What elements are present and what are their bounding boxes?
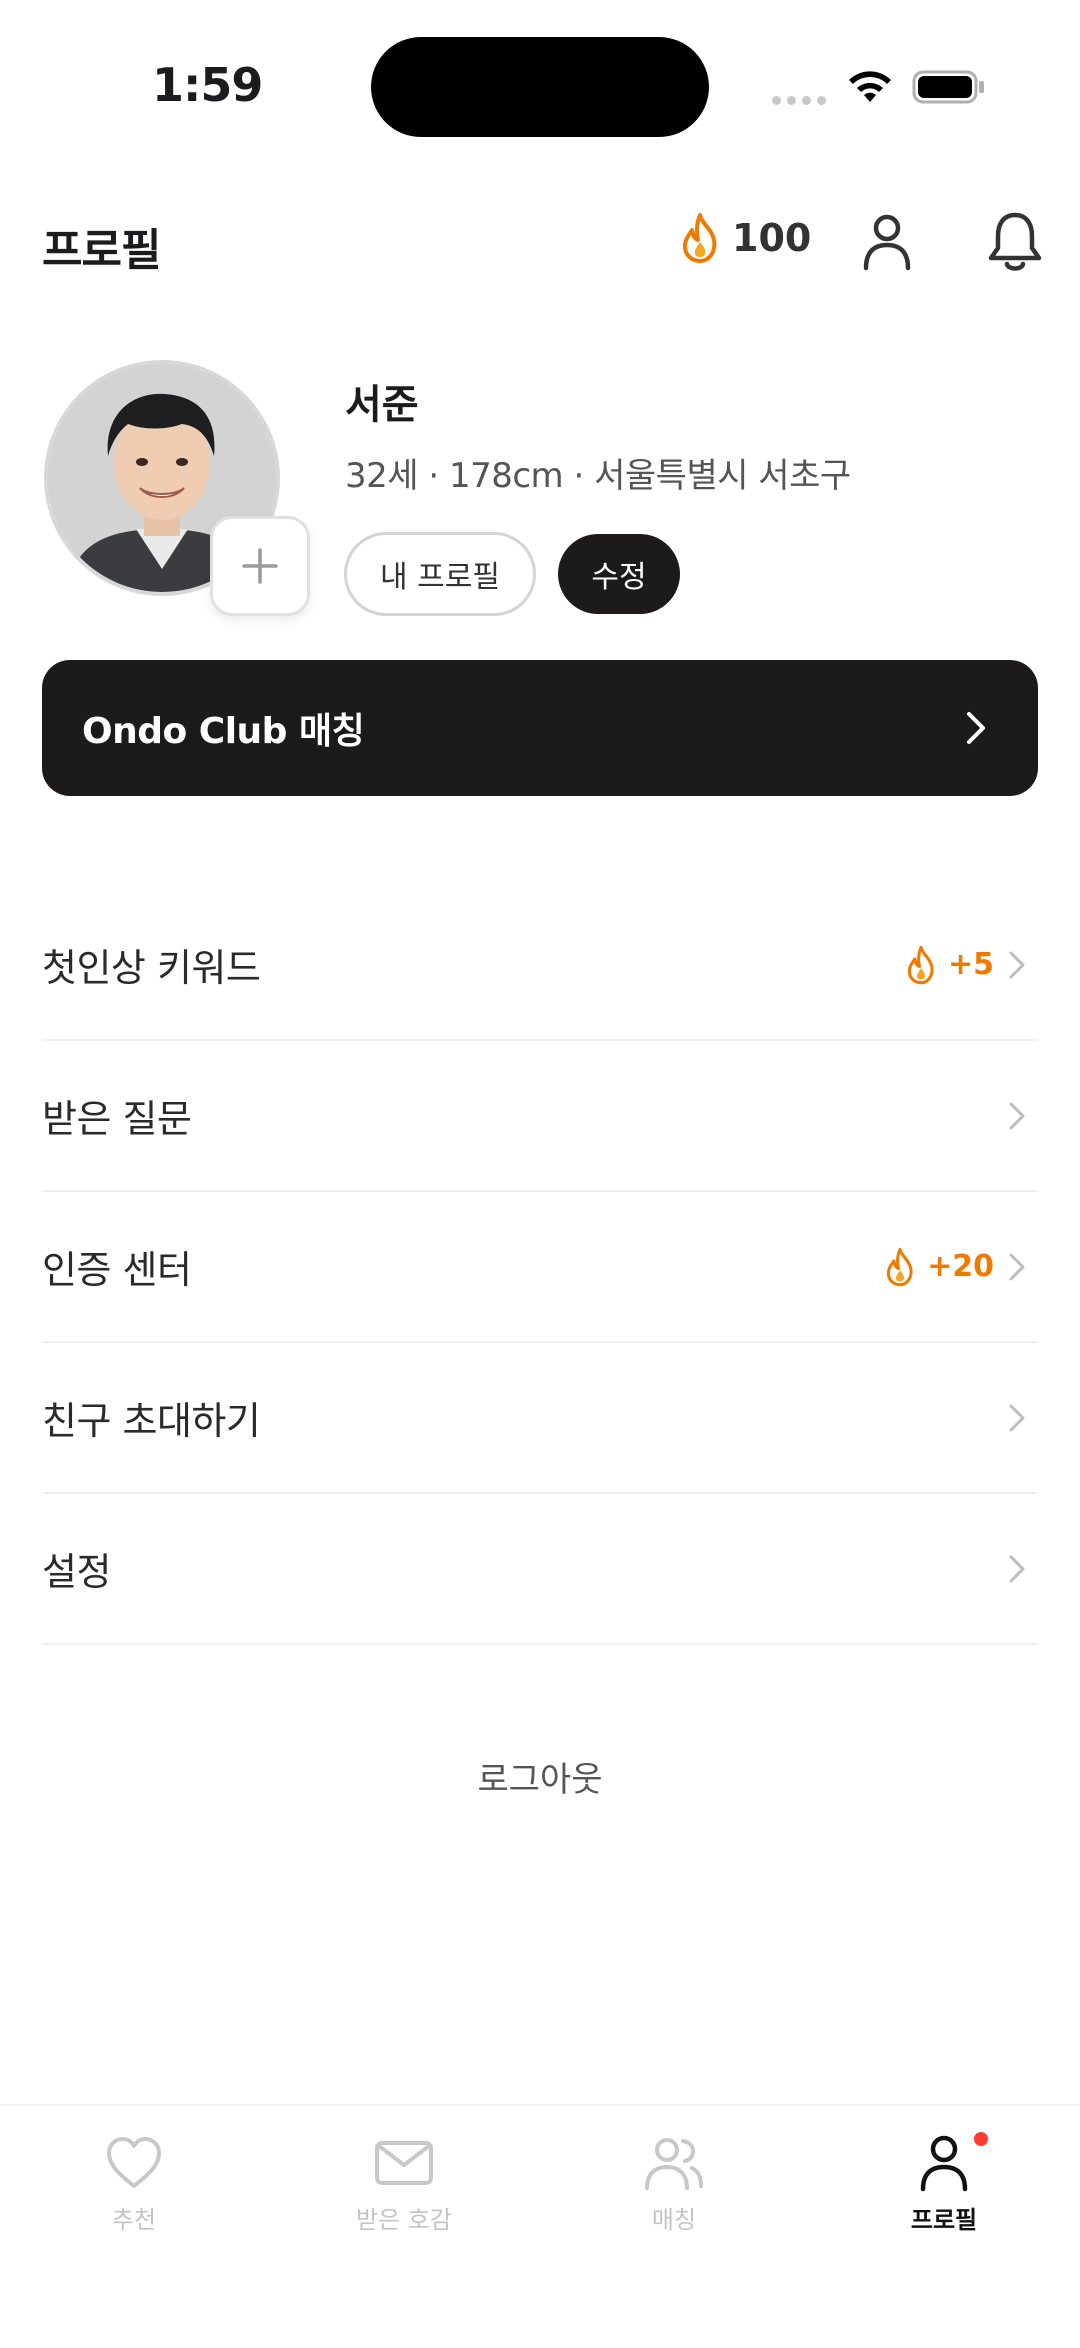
chevron-right-icon xyxy=(1009,951,1025,978)
page-title: 프로필 xyxy=(42,225,161,276)
profile-name: 서준 xyxy=(345,382,419,428)
flame-icon xyxy=(887,1247,913,1286)
menu-item-settings[interactable]: 설정 xyxy=(42,1494,1038,1645)
tab-label: 매칭 xyxy=(651,2206,697,2234)
chevron-right-icon xyxy=(1009,1404,1025,1431)
person-icon[interactable] xyxy=(862,212,912,272)
reward-badge: +20 xyxy=(883,1247,994,1287)
menu-item-label: 친구 초대하기 xyxy=(42,1399,261,1443)
tab-label: 추천 xyxy=(111,2206,157,2234)
menu-item-label: 받은 질문 xyxy=(42,1097,192,1141)
menu-item-label: 설정 xyxy=(42,1550,111,1594)
chevron-right-icon xyxy=(967,712,985,744)
profile-info: 32세 · 178cm · 서울특별시 서초구 xyxy=(345,456,851,496)
tab-received-likes[interactable]: 받은 호감 xyxy=(304,2132,504,2235)
tab-matching[interactable]: 매칭 xyxy=(574,2132,774,2235)
menu-item-received-questions[interactable]: 받은 질문 xyxy=(42,1041,1038,1192)
status-bar: 1:59 xyxy=(0,0,1080,170)
wifi-icon xyxy=(849,71,891,102)
flame-icon xyxy=(682,213,717,263)
bell-icon[interactable] xyxy=(986,210,1044,274)
logout-button[interactable]: 로그아웃 xyxy=(0,1752,1080,1801)
tab-recommend[interactable]: 추천 xyxy=(34,2132,234,2235)
reward-value: +20 xyxy=(927,1249,994,1284)
battery-icon xyxy=(912,70,984,104)
menu-item-first-impression-keywords[interactable]: 첫인상 키워드 +5 xyxy=(42,890,1038,1041)
ondo-club-banner[interactable]: Ondo Club 매칭 xyxy=(42,660,1038,796)
header: 프로필 100 xyxy=(0,200,1080,280)
signal-icon xyxy=(772,96,826,105)
chevron-right-icon xyxy=(1009,1102,1025,1129)
menu-item-invite-friends[interactable]: 친구 초대하기 xyxy=(42,1343,1038,1494)
status-time: 1:59 xyxy=(152,58,263,112)
club-banner-label: Ondo Club 매칭 xyxy=(82,711,365,752)
chevron-right-icon xyxy=(1009,1555,1025,1582)
tab-profile[interactable]: 프로필 xyxy=(844,2132,1044,2235)
person-icon xyxy=(920,2135,968,2192)
mail-icon xyxy=(375,2141,433,2185)
menu-list: 첫인상 키워드 +5 받은 질문 인증 센터 +20 친구 초대하기 설정 xyxy=(42,890,1038,1645)
heart-icon xyxy=(107,2137,161,2188)
reward-value: +5 xyxy=(947,947,994,982)
dynamic-island xyxy=(371,37,709,137)
points-value: 100 xyxy=(732,216,812,260)
flame-icon xyxy=(907,945,934,984)
add-photo-button[interactable] xyxy=(210,516,310,616)
menu-item-label: 인증 센터 xyxy=(42,1248,192,1292)
points-display[interactable]: 100 xyxy=(678,212,811,264)
my-profile-button[interactable]: 내 프로필 xyxy=(344,532,536,616)
reward-badge: +5 xyxy=(904,945,994,985)
plus-icon xyxy=(242,548,278,584)
edit-profile-button[interactable]: 수정 xyxy=(558,534,680,614)
menu-item-label: 첫인상 키워드 xyxy=(42,946,261,990)
people-icon xyxy=(645,2138,703,2190)
tab-label: 받은 호감 xyxy=(356,2206,452,2234)
chevron-right-icon xyxy=(1009,1253,1025,1280)
tab-bar: 추천 받은 호감 매칭 프로필 xyxy=(0,2104,1080,2348)
tab-label: 프로필 xyxy=(910,2206,978,2234)
notification-dot xyxy=(974,2132,988,2146)
menu-item-verification-center[interactable]: 인증 센터 +20 xyxy=(42,1192,1038,1343)
